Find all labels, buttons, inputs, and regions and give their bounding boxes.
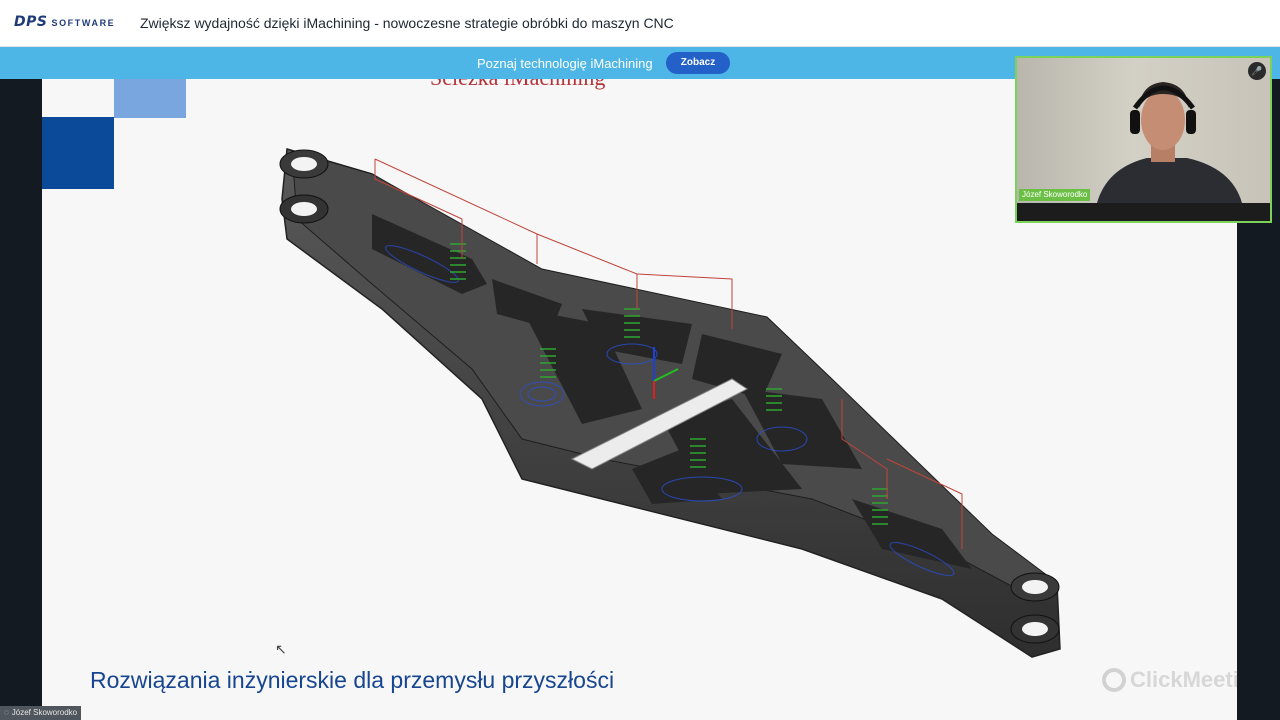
webcam-video — [1017, 58, 1270, 203]
presenter-figure — [1097, 82, 1242, 203]
watermark-text: ClickMeeting — [1130, 667, 1237, 692]
clickmeeting-watermark: ClickMeeting — [1102, 667, 1237, 693]
logo-main-text: DPS — [14, 14, 48, 30]
banner-text: Poznaj technologię iMachining — [477, 56, 653, 71]
speaker-name: Józef Skoworodko — [11, 708, 78, 717]
slide-footer-text: Rozwiązania inżynierskie dla przemysłu p… — [90, 667, 615, 693]
dps-software-logo[interactable]: DPS SOFTWARE — [14, 14, 115, 34]
zobacz-button[interactable]: Zobacz — [666, 52, 730, 74]
speaker-tag: ◌ Józef Skoworodko — [0, 706, 82, 720]
clickmeeting-logo-icon — [1102, 668, 1126, 692]
webcam-name-label: Józef Skoworodko — [1019, 189, 1091, 201]
microphone-icon[interactable]: 🎤 — [1248, 62, 1266, 80]
webinar-title: Zwiększ wydajność dzięki iMachining - no… — [140, 15, 674, 31]
webcam-bottom-bar — [1017, 203, 1270, 221]
logo-sub-text: SOFTWARE — [51, 18, 116, 28]
webcam-tile[interactable]: Józef Skoworodko 🎤 — [1015, 56, 1272, 223]
speaker-icon: ◌ — [4, 708, 9, 717]
top-header: DPS SOFTWARE Zwiększ wydajność dzięki iM… — [0, 0, 1280, 47]
mouse-cursor-icon: ↖ — [275, 641, 287, 657]
